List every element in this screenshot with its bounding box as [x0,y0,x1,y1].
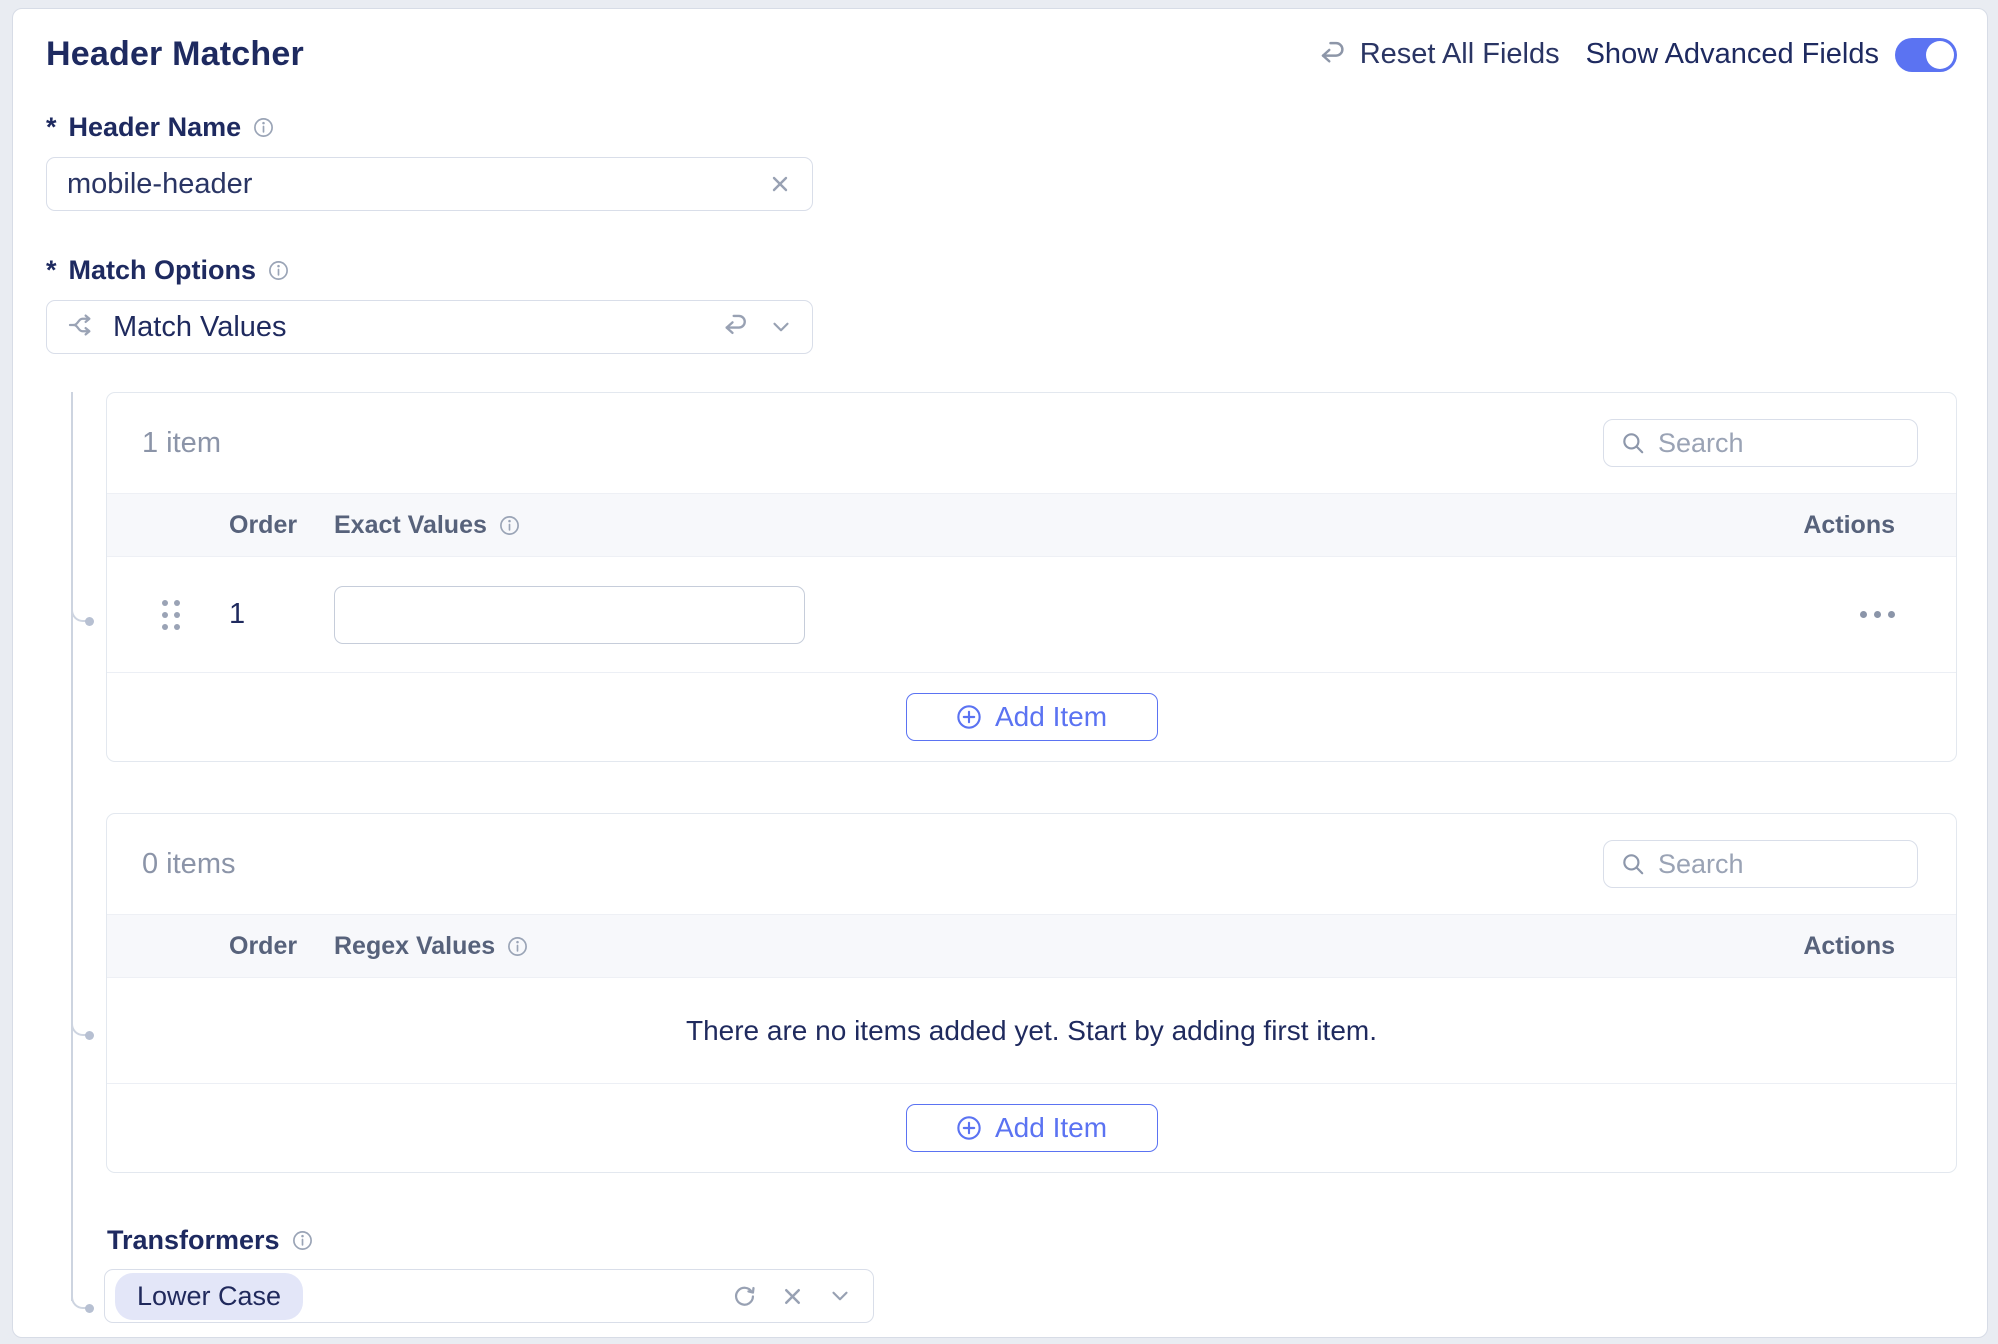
transformers-label: Transformers [107,1225,280,1256]
search-input[interactable] [1658,849,1901,880]
add-item-button[interactable]: Add Item [906,1104,1158,1152]
selected-tags: Lower Case [115,1273,711,1320]
search-box [1603,419,1918,467]
show-advanced-fields-toggle[interactable] [1895,38,1957,72]
topbar: Header Matcher Reset All Fields Show Adv… [46,35,1957,74]
plus-circle-icon [956,704,982,730]
header-matcher-card: Header Matcher Reset All Fields Show Adv… [12,8,1988,1338]
table-header: Order Exact Values Actions [107,493,1956,557]
tree-connector-line [71,392,73,1301]
regex-values-panel-header: 0 items [107,814,1956,914]
search-box [1603,840,1918,888]
add-item-button[interactable]: Add Item [906,693,1158,741]
add-item-label: Add Item [995,701,1107,733]
transformers-label-row: Transformers [107,1225,1957,1255]
actions-column-header: Actions [1803,511,1956,540]
order-column-header: Order [229,932,334,961]
reset-all-fields-label: Reset All Fields [1360,38,1560,71]
toggle-knob [1926,41,1954,69]
chevron-down-icon[interactable] [827,1283,853,1309]
header-name-field-wrap [46,157,813,211]
tree-node-dot [85,617,94,626]
tree-node-dot [85,1304,94,1313]
values-column-label: Regex Values [334,932,495,961]
required-marker: * [46,112,57,143]
item-count: 1 item [142,427,221,460]
exact-values-panel: 1 item Order Exact Values Actions 1 [106,392,1957,762]
advanced-fields-control: Show Advanced Fields [1586,38,1957,72]
empty-state-message: There are no items added yet. Start by a… [107,978,1956,1084]
transformers-select[interactable]: Lower Case [104,1269,874,1323]
topbar-actions: Reset All Fields Show Advanced Fields [1318,38,1957,72]
reset-field-icon[interactable] [722,313,750,341]
search-icon [1620,851,1646,877]
drag-handle-icon[interactable] [162,600,184,630]
match-options-value: Match Values [113,311,704,344]
header-name-input[interactable] [67,168,768,201]
refresh-icon[interactable] [731,1283,758,1310]
clear-icon[interactable] [780,1284,805,1309]
undo-icon [1318,40,1348,70]
chevron-down-icon[interactable] [768,314,794,340]
exact-value-input[interactable] [334,586,805,644]
multiselect-icons [731,1283,853,1310]
regex-values-panel: 0 items Order Regex Values Actions There… [106,813,1957,1173]
match-options-label-row: * Match Options [46,255,1957,286]
values-column-label: Exact Values [334,511,487,540]
table-row: 1 [107,557,1956,673]
tree-node-dot [85,1031,94,1040]
header-name-label-row: * Header Name [46,112,1957,143]
match-options-select[interactable]: Match Values [46,300,813,354]
reset-all-fields-button[interactable]: Reset All Fields [1318,38,1560,71]
plus-circle-icon [956,1115,982,1141]
info-icon[interactable] [253,117,274,138]
info-icon[interactable] [507,936,528,957]
add-item-area: Add Item [107,673,1956,761]
exact-values-panel-header: 1 item [107,393,1956,493]
values-column-header: Regex Values [334,932,528,961]
info-icon[interactable] [268,260,289,281]
order-column-header: Order [229,511,334,540]
header-name-label: Header Name [69,112,242,143]
values-column-header: Exact Values [334,511,520,540]
add-item-area: Add Item [107,1084,1956,1172]
branch-icon [65,310,95,345]
info-icon[interactable] [292,1230,313,1251]
add-item-label: Add Item [995,1112,1107,1144]
actions-column-header: Actions [1803,932,1956,961]
table-header: Order Regex Values Actions [107,914,1956,978]
transformer-tag: Lower Case [115,1273,303,1320]
search-icon [1620,430,1646,456]
clear-icon[interactable] [768,172,792,196]
item-count: 0 items [142,848,235,881]
match-values-section: 1 item Order Exact Values Actions 1 [46,392,1957,1323]
search-input[interactable] [1658,428,1901,459]
match-options-label: Match Options [69,255,257,286]
info-icon[interactable] [499,515,520,536]
row-actions-menu-icon[interactable] [1860,611,1956,618]
show-advanced-fields-label: Show Advanced Fields [1586,38,1879,71]
page-title: Header Matcher [46,35,304,74]
required-marker: * [46,255,57,286]
row-order-value: 1 [229,598,334,631]
